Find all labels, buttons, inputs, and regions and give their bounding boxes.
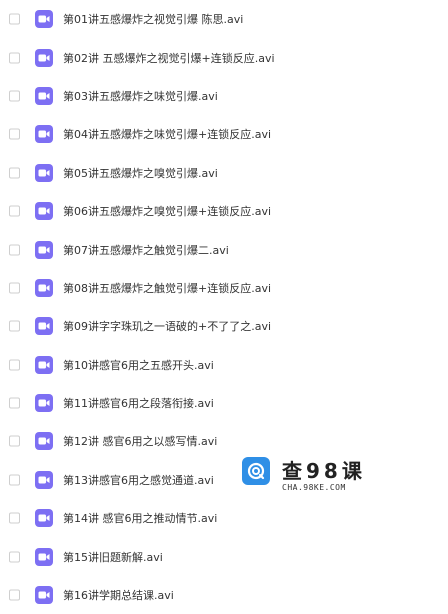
file-checkbox[interactable]	[9, 589, 20, 601]
file-checkbox[interactable]	[9, 474, 20, 486]
file-checkbox[interactable]	[9, 244, 20, 256]
video-file-icon	[35, 278, 53, 297]
file-checkbox[interactable]	[9, 205, 20, 217]
file-checkbox[interactable]	[9, 90, 20, 102]
file-row[interactable]: 第02讲 五感爆炸之视觉引爆+连锁反应.avi	[0, 38, 448, 76]
file-checkbox[interactable]	[9, 435, 20, 447]
video-file-icon	[35, 163, 53, 182]
file-row[interactable]: 第05讲五感爆炸之嗅觉引爆.avi	[0, 154, 448, 192]
file-name[interactable]: 第16讲学期总结课.avi	[63, 587, 174, 603]
file-checkbox[interactable]	[9, 551, 20, 563]
file-row[interactable]: 第03讲五感爆炸之味觉引爆.avi	[0, 77, 448, 115]
file-name[interactable]: 第14讲 感官6用之推动情节.avi	[63, 510, 217, 526]
file-list: 第01讲五感爆炸之视觉引爆 陈思.avi 第02讲 五感爆炸之视觉引爆+连锁反应.…	[0, 0, 448, 614]
file-row[interactable]: 第10讲感官6用之五感开头.avi	[0, 346, 448, 384]
file-row[interactable]: 第09讲字字珠玑之一语破的+不了了之.avi	[0, 307, 448, 345]
video-file-icon	[35, 586, 53, 605]
file-row[interactable]: 第08讲五感爆炸之触觉引爆+连锁反应.avi	[0, 269, 448, 307]
file-name[interactable]: 第12讲 感官6用之以感写情.avi	[63, 433, 217, 449]
file-name[interactable]: 第11讲感官6用之段落衔接.avi	[63, 395, 214, 411]
file-checkbox[interactable]	[9, 512, 20, 524]
file-checkbox[interactable]	[9, 167, 20, 179]
file-name[interactable]: 第02讲 五感爆炸之视觉引爆+连锁反应.avi	[63, 50, 275, 66]
file-row[interactable]: 第13讲感官6用之感觉通道.avi	[0, 461, 448, 499]
file-name[interactable]: 第07讲五感爆炸之触觉引爆二.avi	[63, 242, 229, 258]
file-name[interactable]: 第15讲旧题新解.avi	[63, 549, 163, 565]
video-file-icon	[35, 202, 53, 221]
video-file-icon	[35, 355, 53, 374]
file-row[interactable]: 第04讲五感爆炸之味觉引爆+连锁反应.avi	[0, 115, 448, 153]
file-name[interactable]: 第09讲字字珠玑之一语破的+不了了之.avi	[63, 318, 271, 334]
video-file-icon	[35, 432, 53, 451]
file-row[interactable]: 第16讲学期总结课.avi	[0, 576, 448, 614]
file-row[interactable]: 第11讲感官6用之段落衔接.avi	[0, 384, 448, 422]
file-name[interactable]: 第04讲五感爆炸之味觉引爆+连锁反应.avi	[63, 126, 271, 142]
video-file-icon	[35, 10, 53, 29]
video-file-icon	[35, 394, 53, 413]
watermark-title: 查98课	[282, 459, 366, 483]
file-checkbox[interactable]	[9, 282, 20, 294]
video-file-icon	[35, 317, 53, 336]
file-name[interactable]: 第01讲五感爆炸之视觉引爆 陈思.avi	[63, 11, 243, 27]
file-name[interactable]: 第05讲五感爆炸之嗅觉引爆.avi	[63, 165, 218, 181]
video-file-icon	[35, 547, 53, 566]
file-checkbox[interactable]	[9, 397, 20, 409]
file-name[interactable]: 第08讲五感爆炸之触觉引爆+连锁反应.avi	[63, 280, 271, 296]
file-name[interactable]: 第10讲感官6用之五感开头.avi	[63, 357, 214, 373]
file-row[interactable]: 第01讲五感爆炸之视觉引爆 陈思.avi	[0, 0, 448, 38]
file-row[interactable]: 第14讲 感官6用之推动情节.avi	[0, 499, 448, 537]
video-file-icon	[35, 470, 53, 489]
video-file-icon	[35, 86, 53, 105]
file-name[interactable]: 第03讲五感爆炸之味觉引爆.avi	[63, 88, 218, 104]
watermark: 查98课 CHA.98KE.COM	[242, 455, 372, 495]
file-row[interactable]: 第07讲五感爆炸之触觉引爆二.avi	[0, 230, 448, 268]
file-name[interactable]: 第06讲五感爆炸之嗅觉引爆+连锁反应.avi	[63, 203, 271, 219]
file-checkbox[interactable]	[9, 359, 20, 371]
file-row[interactable]: 第12讲 感官6用之以感写情.avi	[0, 422, 448, 460]
file-checkbox[interactable]	[9, 52, 20, 64]
file-checkbox[interactable]	[9, 320, 20, 332]
video-file-icon	[35, 48, 53, 67]
video-file-icon	[35, 125, 53, 144]
file-row[interactable]: 第06讲五感爆炸之嗅觉引爆+连锁反应.avi	[0, 192, 448, 230]
file-name[interactable]: 第13讲感官6用之感觉通道.avi	[63, 472, 214, 488]
video-file-icon	[35, 240, 53, 259]
video-file-icon	[35, 509, 53, 528]
file-checkbox[interactable]	[9, 13, 20, 25]
watermark-logo-icon	[242, 457, 270, 485]
watermark-url: CHA.98KE.COM	[282, 483, 346, 492]
file-row[interactable]: 第15讲旧题新解.avi	[0, 537, 448, 575]
file-checkbox[interactable]	[9, 128, 20, 140]
